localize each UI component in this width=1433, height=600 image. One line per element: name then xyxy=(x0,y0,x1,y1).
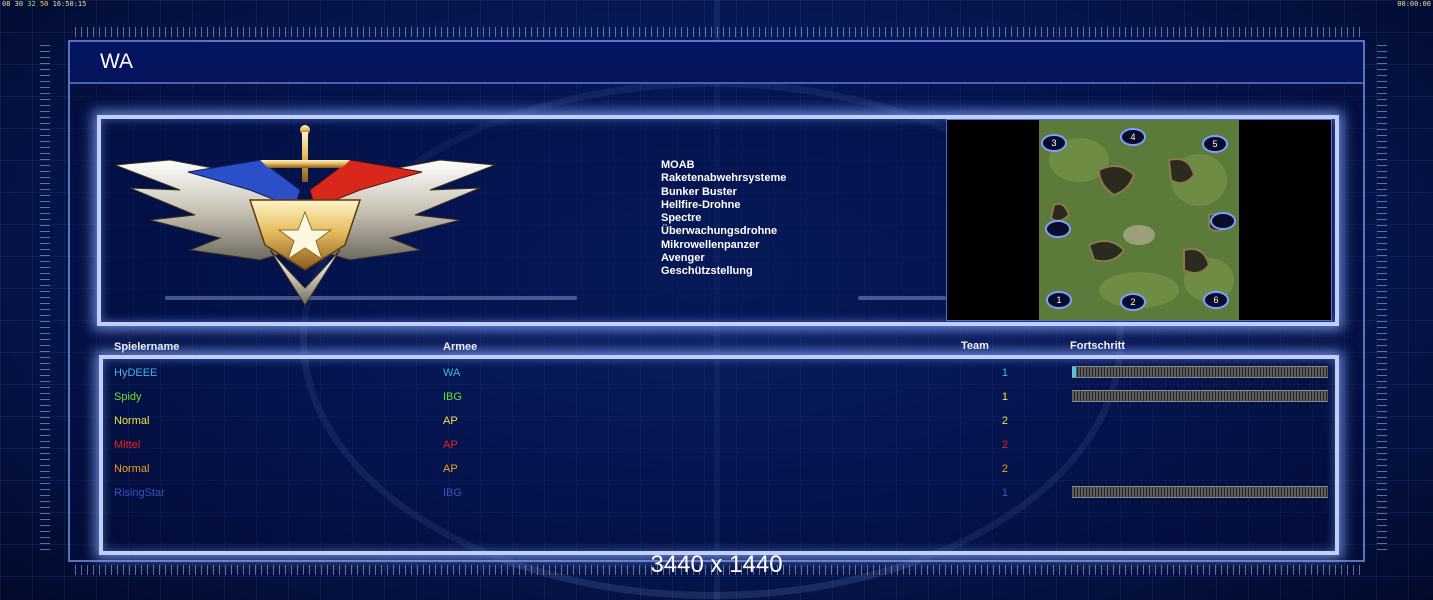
player-progress-bar xyxy=(1072,366,1328,378)
right-ruler xyxy=(1377,45,1387,555)
minimap: 1 2 3 4 5 6 xyxy=(1039,120,1239,320)
clock-segment-b: 30 xyxy=(14,0,24,8)
clock-segment-a: 08 xyxy=(2,0,11,8)
resolution-label: 3440 x 1440 xyxy=(650,551,783,578)
army-title: WA xyxy=(100,50,134,73)
player-name: HyDEEE xyxy=(114,367,158,379)
power-item: Mikrowellenpanzer xyxy=(661,238,760,251)
left-ruler xyxy=(40,45,50,555)
power-item: Raketenabwehrsysteme xyxy=(661,172,787,185)
player-name: Normal xyxy=(114,463,150,475)
player-list-panel xyxy=(99,355,1339,555)
powers-list: MOAB Raketenabwehrsysteme Bunker Buster … xyxy=(661,159,786,279)
player-team: 1 xyxy=(1001,487,1008,499)
clock-time: 16:50:15 xyxy=(52,0,87,8)
header-army: Armee xyxy=(443,341,478,353)
player-name: Normal xyxy=(114,415,150,427)
minimap-start-label: 1 xyxy=(1056,295,1061,305)
player-name: Mittel xyxy=(114,439,141,451)
player-army: AP xyxy=(443,439,458,451)
player-team: 2 xyxy=(1001,463,1008,475)
header-team: Team xyxy=(961,340,989,352)
panel-deco-bar-right xyxy=(858,296,946,300)
player-army: AP xyxy=(443,415,458,427)
player-progress-bar xyxy=(1072,390,1328,402)
power-item: Überwachungsdrohne xyxy=(661,225,778,238)
power-item: Geschützstellung xyxy=(661,265,753,278)
minimap-start-label: 5 xyxy=(1212,139,1217,149)
player-team: 2 xyxy=(1001,439,1008,451)
player-team: 1 xyxy=(1001,391,1008,403)
player-team: 2 xyxy=(1001,415,1008,427)
player-name: Spidy xyxy=(114,391,142,403)
minimap-start-label: 6 xyxy=(1213,295,1218,305)
player-army: IBG xyxy=(443,391,462,403)
power-item: MOAB xyxy=(661,159,695,171)
power-item: Bunker Buster xyxy=(661,185,737,198)
minimap-start-label: 2 xyxy=(1130,297,1135,307)
player-team: 1 xyxy=(1001,367,1008,379)
player-army: IBG xyxy=(443,487,462,499)
clock-segment-d: 50 xyxy=(39,0,49,8)
minimap-start-label: 3 xyxy=(1051,138,1056,148)
army-emblem-logo xyxy=(114,125,496,306)
title-band xyxy=(70,42,1363,84)
header-player-name: Spielername xyxy=(114,341,180,353)
player-army: WA xyxy=(443,367,461,379)
clock-segment-c: 32 xyxy=(27,0,36,8)
power-item: Avenger xyxy=(661,252,705,265)
top-left-clock: 08 30 32 50 16:50:15 xyxy=(2,0,86,8)
top-right-clock: 00:00:00 xyxy=(1397,0,1431,8)
minimap-start-label: 4 xyxy=(1130,132,1135,142)
header-progress: Fortschritt xyxy=(1070,340,1125,352)
player-name: RisingStar xyxy=(114,487,165,499)
power-item: Spectre xyxy=(661,212,702,225)
progress-fill xyxy=(1072,367,1076,377)
player-progress-bar xyxy=(1072,486,1328,498)
power-item: Hellfire-Drohne xyxy=(661,198,741,211)
top-ruler xyxy=(75,27,1360,37)
player-army: AP xyxy=(443,463,458,475)
